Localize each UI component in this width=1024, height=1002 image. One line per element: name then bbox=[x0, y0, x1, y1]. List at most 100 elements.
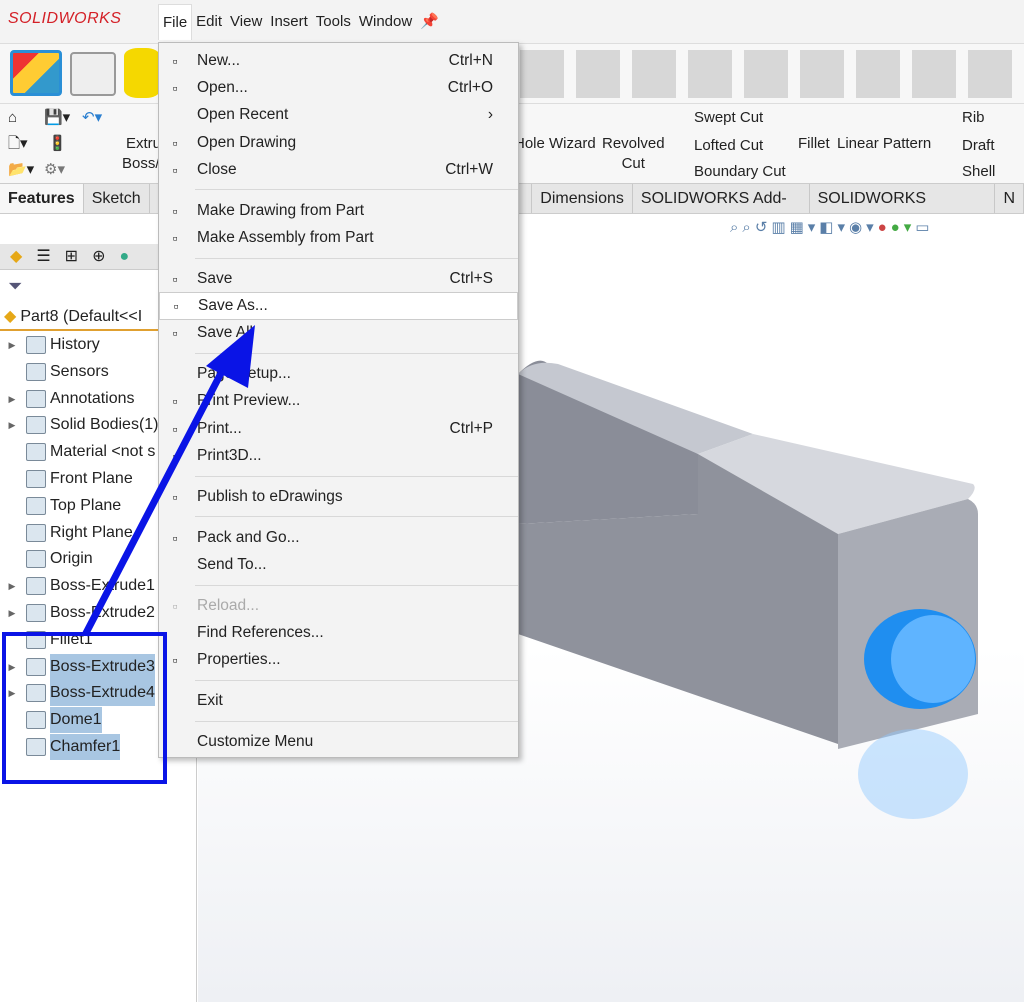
menu-item-customize-menu[interactable]: Customize Menu bbox=[159, 728, 518, 755]
tree-item-label: Boss-Extrude4 bbox=[50, 680, 155, 707]
menu-item-send-to[interactable]: Send To... bbox=[159, 551, 518, 578]
home-icon[interactable]: ⌂ bbox=[8, 108, 17, 128]
menu-separator bbox=[159, 347, 518, 361]
menu-item-open-recent[interactable]: Open Recent › bbox=[159, 102, 518, 129]
expand-arrow-icon[interactable]: ▶ bbox=[6, 332, 18, 358]
menu-item-save[interactable]: ▫ Save Ctrl+S bbox=[159, 265, 518, 292]
menu-item-page-setup[interactable]: Page Setup... bbox=[159, 360, 518, 387]
menu-item-open[interactable]: ▫ Open... Ctrl+O bbox=[159, 74, 518, 101]
revolved-cut-button[interactable]: Revolved Cut bbox=[602, 134, 665, 174]
tree-item[interactable]: Origin bbox=[0, 546, 93, 572]
boss-label[interactable]: Boss/ bbox=[122, 154, 160, 174]
menu-item-make-assembly-from-part[interactable]: ▫ Make Assembly from Part bbox=[159, 224, 518, 251]
menu-tools[interactable]: Tools bbox=[312, 4, 355, 40]
linear-pattern-button[interactable]: Linear Pattern bbox=[837, 134, 931, 154]
menu-item-publish-to-edrawings[interactable]: ▫ Publish to eDrawings bbox=[159, 483, 518, 510]
menu-item-shortcut: Ctrl+W bbox=[445, 160, 493, 178]
expand-arrow-icon[interactable]: ▶ bbox=[6, 680, 18, 706]
menu-item-open-drawing[interactable]: ▫ Open Drawing bbox=[159, 129, 518, 156]
property-manager-tab-icon[interactable]: ☰ bbox=[36, 244, 50, 269]
tree-item[interactable]: Material <not s bbox=[0, 439, 155, 465]
shell-button[interactable]: Shell bbox=[962, 162, 995, 182]
dimxpert-tab-icon[interactable]: ⊕ bbox=[92, 244, 105, 269]
rebuild-icon[interactable]: 🚦 bbox=[48, 134, 67, 154]
expand-arrow-icon[interactable]: ▶ bbox=[6, 386, 18, 412]
tab-sketch[interactable]: Sketch bbox=[84, 184, 150, 213]
menu-view[interactable]: View bbox=[226, 4, 266, 40]
tree-item[interactable]: Top Plane bbox=[0, 493, 121, 519]
tree-item[interactable]: Fillet1 bbox=[0, 627, 93, 653]
tree-item[interactable]: Front Plane bbox=[0, 466, 133, 492]
save-icon[interactable]: 💾▾ bbox=[44, 108, 70, 128]
menu-item-pack-and-go[interactable]: ▫ Pack and Go... bbox=[159, 524, 518, 551]
tree-item-label: Boss-Extrude1 bbox=[50, 577, 155, 595]
open-icon[interactable]: 📂▾ bbox=[8, 160, 34, 180]
tab-visualize[interactable]: SOLIDWORKS Visualize bbox=[810, 184, 996, 237]
expand-arrow-icon[interactable]: ▶ bbox=[6, 600, 18, 626]
menu-file[interactable]: File bbox=[158, 4, 193, 40]
tree-item[interactable]: Dome1 bbox=[0, 707, 102, 734]
tab-dimensions[interactable]: Dimensions bbox=[531, 184, 633, 213]
tree-item[interactable]: ▶ Annotations bbox=[0, 386, 135, 412]
lofted-cut-button[interactable]: Lofted Cut bbox=[694, 136, 763, 156]
display-manager-tab-icon[interactable]: ● bbox=[119, 244, 129, 269]
config-manager-tab-icon[interactable]: ⊞ bbox=[65, 244, 78, 269]
undo-icon[interactable]: ↶▾ bbox=[82, 108, 102, 128]
tab-more[interactable]: N bbox=[995, 184, 1024, 213]
welcome-icon[interactable] bbox=[10, 50, 62, 96]
menu-item-shortcut: Ctrl+S bbox=[449, 269, 494, 287]
tree-item[interactable]: ▶ Boss-Extrude2 bbox=[0, 600, 155, 626]
database-icon[interactable] bbox=[124, 48, 160, 98]
menu-item-label: Save As... bbox=[198, 297, 268, 315]
feature-tree-tab-icon[interactable]: ◆ bbox=[10, 244, 22, 269]
menu-item-close[interactable]: ▫ Close Ctrl+W bbox=[159, 156, 518, 183]
expand-arrow-icon[interactable]: ▶ bbox=[6, 412, 18, 438]
draft-button[interactable]: Draft bbox=[962, 136, 995, 156]
tree-item[interactable]: ▶ Boss-Extrude1 bbox=[0, 573, 155, 599]
rib-button[interactable]: Rib bbox=[962, 108, 985, 128]
menu-item-find-references[interactable]: Find References... bbox=[159, 619, 518, 646]
menu-item-print-preview[interactable]: ▫ Print Preview... bbox=[159, 388, 518, 415]
expand-arrow-icon[interactable]: ▶ bbox=[6, 573, 18, 599]
menu-insert[interactable]: Insert bbox=[266, 4, 312, 40]
tree-item-label: Top Plane bbox=[50, 496, 122, 514]
menu-item-make-drawing-from-part[interactable]: ▫ Make Drawing from Part bbox=[159, 197, 518, 224]
menu-separator bbox=[159, 674, 518, 688]
title-bar bbox=[0, 0, 1024, 44]
swept-cut-button[interactable]: Swept Cut bbox=[694, 108, 763, 128]
new-icon[interactable]: 🗋▾ bbox=[8, 134, 28, 154]
pin-icon[interactable]: 📌 bbox=[416, 4, 443, 40]
expand-arrow-icon[interactable]: ▶ bbox=[6, 654, 18, 680]
save-icon: ▫ bbox=[172, 270, 178, 287]
menu-window[interactable]: Window bbox=[355, 4, 416, 40]
boundary-cut-button[interactable]: Boundary Cut bbox=[694, 162, 786, 182]
reload-icon: ▫ bbox=[172, 597, 178, 614]
tree-item[interactable]: Chamfer1 bbox=[0, 734, 121, 760]
tab-features[interactable]: Features bbox=[0, 184, 84, 213]
tree-item[interactable]: ▶ Solid Bodies(1) bbox=[0, 412, 159, 438]
tree-item[interactable]: ▶ Boss-Extrude3 bbox=[0, 653, 155, 680]
cut-label: Cut bbox=[621, 155, 645, 172]
gear-icon[interactable]: ⚙▾ bbox=[44, 160, 65, 180]
menu-item-print3d[interactable]: ▫ Print3D... bbox=[159, 442, 518, 469]
fillet-button[interactable]: Fillet bbox=[798, 134, 830, 154]
menu-item-exit[interactable]: Exit bbox=[159, 687, 518, 714]
extrude-label[interactable]: Extru bbox=[126, 134, 161, 154]
model-reflection bbox=[858, 729, 968, 819]
solidworks-logo[interactable]: SOLIDWORKS bbox=[8, 10, 121, 28]
tree-item[interactable]: ▶ History bbox=[0, 332, 100, 358]
make-drawing-icon: ▫ bbox=[172, 202, 178, 219]
tree-item[interactable]: Right Plane bbox=[0, 520, 133, 546]
menu-edit[interactable]: Edit bbox=[192, 4, 226, 40]
tree-item[interactable]: ▶ Boss-Extrude4 bbox=[0, 680, 155, 707]
options-icon[interactable] bbox=[70, 52, 116, 96]
tab-addins[interactable]: SOLIDWORKS Add-Ins bbox=[633, 184, 810, 237]
menu-item-properties[interactable]: ▫ Properties... bbox=[159, 647, 518, 674]
hole-wizard-button[interactable]: Hole Wizard bbox=[514, 134, 596, 154]
filter-icon[interactable]: ⏷ bbox=[8, 276, 22, 297]
menu-item-new[interactable]: ▫ New... Ctrl+N bbox=[159, 47, 518, 74]
menu-item-save-as[interactable]: ▫ Save As... bbox=[159, 292, 518, 320]
menu-item-print[interactable]: ▫ Print... Ctrl+P bbox=[159, 415, 518, 442]
menu-item-save-all[interactable]: ▫ Save All bbox=[159, 320, 518, 347]
tree-item[interactable]: Sensors bbox=[0, 359, 109, 385]
